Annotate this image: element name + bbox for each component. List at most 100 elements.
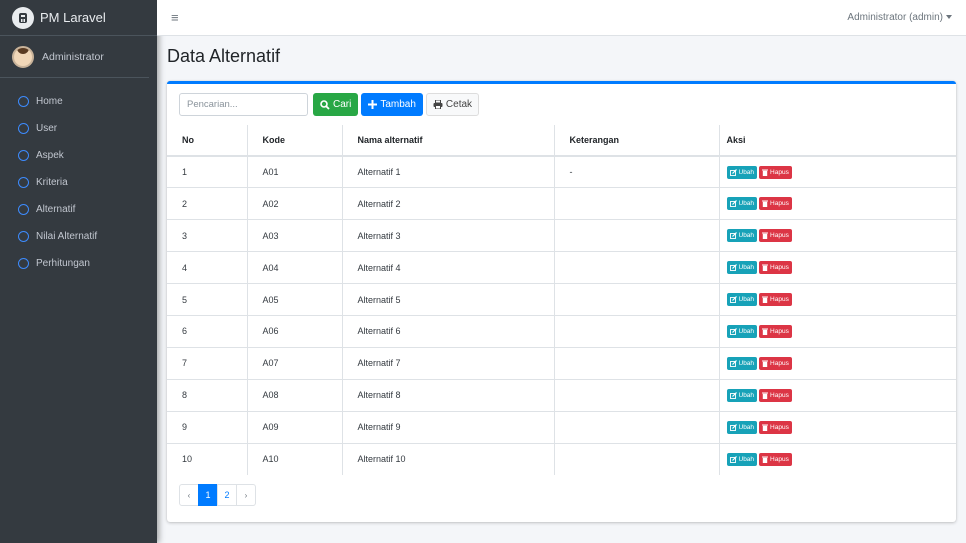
alternatif-table: No Kode Nama alternatif Keterangan Aksi … — [167, 125, 956, 475]
circle-icon — [18, 150, 29, 161]
user-menu-dropdown[interactable]: Administrator (admin) — [847, 12, 952, 23]
cell-aksi: Ubah Hapus — [719, 442, 956, 475]
cell-aksi: Ubah Hapus — [719, 283, 956, 316]
edit-icon — [729, 296, 737, 303]
circle-icon — [18, 123, 29, 134]
delete-button[interactable]: Hapus — [759, 388, 792, 402]
edit-button[interactable]: Ubah — [726, 388, 758, 402]
delete-button[interactable]: Hapus — [759, 356, 792, 370]
cell-no: 6 — [167, 314, 248, 348]
sidebar-item-label: Aspek — [36, 150, 64, 161]
add-button-label: Tambah — [380, 99, 416, 110]
sidebar-item-nilai-alternatif[interactable]: Nilai Alternatif — [0, 223, 157, 250]
edit-button[interactable]: Ubah — [726, 293, 758, 306]
edit-icon — [729, 423, 737, 431]
data-card: Cari Tambah Cetak No Kode Nama alternati… — [167, 81, 956, 522]
cell-keterangan — [554, 442, 720, 475]
avatar — [12, 45, 34, 68]
edit-button-label: Ubah — [738, 264, 755, 272]
menu-toggle-icon[interactable]: ≡ — [171, 10, 179, 25]
cell-aksi: Ubah Hapus — [719, 346, 956, 380]
edit-icon — [729, 327, 737, 335]
plus-icon — [368, 100, 378, 109]
edit-button[interactable]: Ubah — [726, 324, 758, 338]
table-header-row: No Kode Nama alternatif Keterangan Aksi — [167, 125, 956, 157]
edit-button-label: Ubah — [738, 232, 755, 240]
user-panel[interactable]: Administrator — [0, 36, 149, 78]
delete-button[interactable]: Hapus — [759, 420, 792, 434]
trash-icon — [762, 360, 769, 367]
table-row: 9 A09 Alternatif 9 Ubah Hapus — [167, 410, 956, 444]
circle-icon — [18, 96, 29, 107]
edit-button-label: Ubah — [738, 423, 755, 431]
search-button[interactable]: Cari — [313, 93, 359, 116]
edit-icon — [729, 168, 737, 176]
sidebar-item-home[interactable]: Home — [0, 88, 157, 115]
edit-button[interactable]: Ubah — [726, 197, 758, 211]
cell-nama: Alternatif 3 — [342, 219, 555, 252]
edit-button-label: Ubah — [738, 296, 755, 303]
cell-nama: Alternatif 1 — [342, 155, 555, 188]
sidebar-item-perhitungan[interactable]: Perhitungan — [0, 250, 157, 277]
cell-nama: Alternatif 2 — [342, 187, 555, 220]
print-button[interactable]: Cetak — [425, 93, 480, 116]
sidebar-item-label: Kriteria — [36, 177, 68, 188]
delete-button[interactable]: Hapus — [759, 197, 792, 211]
cell-nama: Alternatif 6 — [342, 314, 555, 348]
sidebar-item-alternatif[interactable]: Alternatif — [0, 196, 157, 223]
table-row: 4 A04 Alternatif 4 Ubah Hapus — [167, 251, 956, 284]
cell-keterangan — [554, 346, 720, 380]
edit-button-label: Ubah — [738, 391, 755, 399]
cell-aksi: Ubah Hapus — [719, 155, 956, 188]
column-header-kode: Kode — [247, 125, 343, 157]
edit-button-label: Ubah — [738, 168, 755, 176]
edit-button[interactable]: Ubah — [726, 261, 758, 275]
cell-nama: Alternatif 10 — [342, 442, 555, 475]
edit-icon — [729, 455, 737, 463]
cell-no: 2 — [167, 187, 248, 220]
pagination-page-1[interactable]: 1 — [198, 484, 218, 506]
edit-button[interactable]: Ubah — [726, 229, 758, 243]
sidebar-item-label: User — [36, 123, 58, 134]
delete-button[interactable]: Hapus — [759, 165, 792, 179]
cell-no: 1 — [167, 155, 248, 188]
sidebar-item-aspek[interactable]: Aspek — [0, 142, 157, 169]
brand-link[interactable]: PM Laravel — [0, 0, 157, 36]
cell-keterangan: - — [554, 155, 720, 188]
table-row: 2 A02 Alternatif 2 Ubah Hapus — [167, 187, 956, 220]
pagination-page-2[interactable]: 2 — [217, 484, 237, 506]
trash-icon — [762, 200, 769, 208]
delete-button[interactable]: Hapus — [759, 324, 792, 338]
cell-kode: A09 — [247, 410, 343, 444]
column-header-keterangan: Keterangan — [554, 125, 720, 157]
add-button[interactable]: Tambah — [361, 93, 423, 116]
table-row: 8 A08 Alternatif 8 Ubah Hapus — [167, 378, 956, 412]
cell-nama: Alternatif 7 — [342, 346, 555, 380]
cell-aksi: Ubah Hapus — [719, 410, 956, 444]
search-input[interactable] — [179, 93, 308, 116]
delete-button[interactable]: Hapus — [759, 452, 792, 466]
pagination-next[interactable]: › — [236, 484, 256, 506]
delete-button[interactable]: Hapus — [759, 261, 792, 275]
sidebar-nav: Home User Aspek Kriteria Alternatif Nila… — [0, 88, 157, 277]
cell-no: 5 — [167, 283, 248, 316]
toolbar: Cari Tambah Cetak — [179, 93, 480, 116]
table-row: 1 A01 Alternatif 1- Ubah Hapus — [167, 155, 956, 188]
sidebar: PM Laravel Administrator Home User Aspek… — [0, 0, 157, 543]
cell-keterangan — [554, 187, 720, 220]
edit-button[interactable]: Ubah — [726, 356, 758, 370]
delete-button[interactable]: Hapus — [759, 293, 792, 306]
sidebar-item-label: Home — [36, 96, 63, 107]
edit-button[interactable]: Ubah — [726, 165, 758, 179]
cell-no: 7 — [167, 346, 248, 380]
cell-kode: A01 — [247, 155, 343, 188]
delete-button[interactable]: Hapus — [759, 229, 792, 243]
sidebar-item-kriteria[interactable]: Kriteria — [0, 169, 157, 196]
page-title: Data Alternatif — [167, 46, 281, 66]
pagination-prev[interactable]: ‹ — [179, 484, 199, 506]
cell-keterangan — [554, 283, 720, 316]
edit-button[interactable]: Ubah — [726, 420, 758, 434]
sidebar-item-user[interactable]: User — [0, 115, 157, 142]
print-icon — [433, 100, 443, 109]
edit-button[interactable]: Ubah — [726, 452, 758, 466]
